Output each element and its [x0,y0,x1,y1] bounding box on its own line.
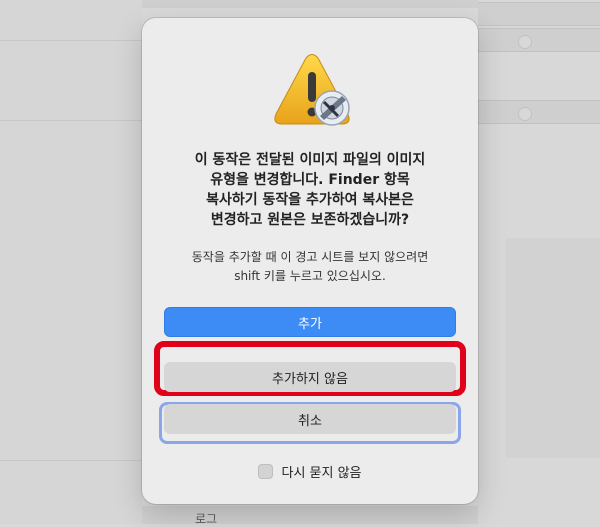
background-left-pane [0,0,142,524]
dialog-informative-text: 동작을 추가할 때 이 경고 시트를 보지 않으려면 shift 키를 누르고 … [191,250,429,283]
dont-add-button[interactable]: 추가하지 않음 [164,362,456,392]
background-bottom-bar [142,506,478,524]
dont-ask-again-label: 다시 묻지 않음 [281,466,362,481]
background-right-pane [478,0,600,524]
dont-ask-again-checkbox[interactable] [258,464,274,479]
warning-triangle-icon [274,54,350,126]
cancel-button[interactable]: 취소 [164,404,456,434]
add-button[interactable]: 추가 [164,307,456,337]
background-log-label: 로그 [195,512,218,526]
alert-dialog: 이 동작은 전달된 이미지 파일의 이미지 유형을 변경합니다. Finder … [142,18,478,504]
dialog-message: 이 동작은 전달된 이미지 파일의 이미지 유형을 변경합니다. Finder … [194,152,426,228]
automator-badge-icon [314,90,350,126]
dont-ask-again-row[interactable]: 다시 묻지 않음 [162,462,458,481]
